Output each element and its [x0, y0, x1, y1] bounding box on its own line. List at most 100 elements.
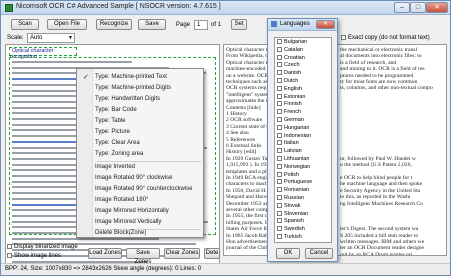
- ocr-text-line: on a website. OCR i: [226, 72, 272, 79]
- language-item[interactable]: Lithuanian: [277, 156, 309, 164]
- ocr-text-line: Shepard and Harve: [226, 194, 269, 201]
- set-page-button[interactable]: Set: [231, 19, 247, 30]
- language-item[interactable]: Polish: [277, 172, 299, 180]
- status-bar: BPP: 24, Size: 1007x830 => 2843x2626 Ske…: [1, 263, 450, 275]
- maximize-button[interactable]: □: [410, 2, 426, 13]
- clear-zones-button[interactable]: Clear Zones: [164, 248, 200, 259]
- menu-item-delete-zone[interactable]: Delete Block(Zone): [95, 230, 146, 236]
- language-label: Danish: [284, 70, 302, 77]
- ocr-text-line: characters to mach: [226, 181, 268, 188]
- dialog-icon: [271, 21, 277, 27]
- language-item[interactable]: Portuguese: [277, 179, 312, 187]
- language-label: German: [284, 117, 304, 123]
- language-label: Russian: [284, 195, 304, 201]
- language-label: Swedish: [284, 226, 305, 233]
- language-item[interactable]: Estonian: [277, 94, 305, 102]
- language-item[interactable]: Slovak: [277, 203, 301, 211]
- language-item[interactable]: Italian: [277, 140, 299, 148]
- language-label: Croatian: [284, 54, 305, 61]
- language-label: Estonian: [284, 93, 306, 100]
- display-binarized-label: Display binarized image: [14, 244, 78, 251]
- language-item[interactable]: Bulgarian: [277, 39, 307, 47]
- ocr-text-line: ptures needed to be programmed: [340, 72, 414, 79]
- ocr-text-line: ter an OCR Document reader designe: [340, 245, 425, 252]
- ocr-text-line: 6 External links: [226, 143, 262, 149]
- language-item[interactable]: Slovenian: [277, 211, 308, 219]
- language-item[interactable]: Croatian: [277, 55, 305, 63]
- menu-item-rotate-180[interactable]: Image Rotated 180°: [95, 197, 148, 203]
- checkbox-icon: [277, 148, 282, 154]
- ocr-text-line: In 1929 Gustav Tau: [226, 155, 271, 162]
- display-binarized-checkbox[interactable]: Display binarized image: [7, 244, 78, 250]
- cancel-button[interactable]: Cancel: [305, 248, 333, 259]
- load-zones-button[interactable]: Load Zones: [88, 248, 122, 259]
- ok-button[interactable]: OK: [276, 248, 300, 259]
- scale-label: Scale:: [7, 35, 24, 41]
- language-label: English: [284, 85, 303, 92]
- menu-item-clear-area[interactable]: Type: Clear Area: [95, 140, 140, 146]
- menu-item-machine-printed-digits[interactable]: Type: Machine-printed Digits: [95, 85, 171, 91]
- language-item[interactable]: Swedish: [277, 226, 305, 234]
- language-label: Dutch: [284, 78, 299, 84]
- language-item[interactable]: Czech: [277, 62, 300, 70]
- language-label: Norwegian: [284, 163, 311, 170]
- save-zones-button[interactable]: Save Zones: [126, 248, 160, 265]
- language-label: Lithuanian: [284, 156, 310, 162]
- language-item[interactable]: French: [277, 109, 301, 117]
- language-item[interactable]: Spanish: [277, 218, 304, 226]
- menu-item-bar-code[interactable]: Type: Bar Code: [95, 107, 137, 113]
- open-file-button[interactable]: Open File: [47, 19, 87, 30]
- language-label: Latvian: [284, 148, 302, 155]
- scan-button[interactable]: Scan: [11, 19, 39, 30]
- checkbox-icon: [7, 244, 12, 249]
- menu-item-table[interactable]: Type: Table: [95, 118, 126, 124]
- language-item[interactable]: Danish: [277, 70, 301, 78]
- ocr-text-line: Contents [hide]: [226, 104, 261, 111]
- language-item[interactable]: German: [277, 117, 304, 125]
- ocr-text-line: ord by an RCA Drum printer usi: [340, 251, 413, 256]
- menu-item-zoning-area[interactable]: Type: Zoning area: [95, 151, 143, 157]
- app-icon: [5, 4, 13, 12]
- menu-item-mirror-vertical[interactable]: Image Mirrored Vertically: [95, 219, 161, 225]
- checkbox-icon: [277, 171, 282, 177]
- menu-separator: [97, 161, 201, 162]
- dialog-close-button[interactable]: ✕: [316, 20, 335, 29]
- language-item[interactable]: Hungarian: [277, 125, 309, 133]
- language-label: Spanish: [284, 218, 304, 225]
- menu-item-handwritten-digits[interactable]: Type: Handwritten Digits: [95, 96, 160, 102]
- page-number-input[interactable]: 1: [194, 20, 208, 30]
- ocr-text-line: History [edit]: [226, 149, 257, 156]
- exact-copy-checkbox[interactable]: Exact copy (do not format text): [341, 35, 430, 41]
- language-item[interactable]: Finnish: [277, 101, 302, 109]
- detect-button[interactable]: Dete: [204, 248, 220, 259]
- language-item[interactable]: Dutch: [277, 78, 298, 86]
- checkbox-icon: [277, 218, 282, 224]
- ocr-text-line: 3 Current state of O: [226, 123, 271, 130]
- menu-item-rotate-90-ccw[interactable]: Image Rotated 90° counterclockwise: [95, 186, 192, 192]
- checkbox-icon: [277, 117, 282, 123]
- menu-item-machine-printed-text[interactable]: Type: Machine-printed Text: [95, 74, 167, 80]
- language-item[interactable]: Norwegian: [277, 164, 310, 172]
- menu-item-rotate-90-cw[interactable]: Image Rotated 90° clockwise: [95, 175, 172, 181]
- close-button[interactable]: ✕: [426, 2, 448, 13]
- language-item[interactable]: Latvian: [277, 148, 302, 156]
- zone-heading[interactable]: Optical character recognition: [9, 47, 77, 60]
- language-item[interactable]: Indonesian: [277, 133, 311, 141]
- menu-item-mirror-horizontal[interactable]: Image Mirrored Horizontally: [95, 208, 169, 214]
- menu-item-picture[interactable]: Type: Picture: [95, 129, 130, 135]
- ocr-text-line: al documents into electronic files; to: [340, 53, 422, 60]
- save-button[interactable]: Save: [138, 19, 166, 30]
- show-image-lines-checkbox[interactable]: Show image lines: [7, 253, 61, 259]
- checkbox-icon: [277, 85, 282, 91]
- scale-select[interactable]: Auto ▼: [27, 33, 75, 43]
- language-item[interactable]: Russian: [277, 195, 304, 203]
- language-item[interactable]: Catalan: [277, 47, 303, 55]
- language-item[interactable]: English: [277, 86, 302, 94]
- recognize-button[interactable]: Recognize: [96, 19, 132, 30]
- checkbox-icon: [277, 132, 282, 138]
- minimize-button[interactable]: –: [394, 2, 410, 13]
- language-item[interactable]: Romanian: [277, 187, 309, 195]
- language-item[interactable]: Turkish: [277, 234, 302, 242]
- language-label: French: [284, 109, 302, 116]
- menu-item-image-inverted[interactable]: Image Inverted: [95, 164, 135, 170]
